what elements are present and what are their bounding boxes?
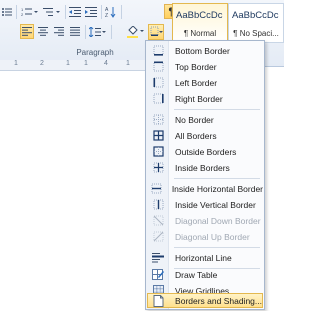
menu-item-label: Diagonal Down Border (175, 215, 261, 226)
no-border-icon (147, 112, 169, 127)
ruler-mark: 2 (40, 60, 44, 67)
numbering-icon: 12 (21, 7, 38, 17)
menu-item-horizontal-line[interactable]: Horizontal Line (147, 250, 263, 265)
menu-item-borders-and-shading[interactable]: Borders and Shading... (147, 293, 263, 308)
menu-item-inside-vertical-border[interactable]: Inside Vertical Border (147, 197, 263, 212)
justify-button[interactable] (68, 24, 82, 39)
menu-item-label: Inside Borders (175, 162, 230, 173)
menu-item-left-border[interactable]: Left Border (147, 75, 263, 90)
menu-separator (174, 247, 260, 248)
menu-item-no-border[interactable]: No Border (147, 112, 263, 127)
shading-button[interactable] (126, 24, 146, 39)
menu-separator (174, 178, 260, 179)
align-left-button[interactable] (20, 24, 34, 39)
bullets-icon (2, 7, 12, 16)
style-normal-sample: AaBbCcDc (176, 10, 223, 21)
inside-borders-icon (147, 160, 169, 175)
sort-az-icon: AZ (105, 6, 116, 18)
svg-text:Z: Z (105, 13, 108, 18)
left-border-icon (147, 75, 169, 90)
ruler-mark: 4 (104, 60, 108, 67)
ruler-mark: 1 (84, 60, 88, 67)
sort-button[interactable]: AZ (104, 4, 118, 19)
inside-vertical-border-icon (147, 197, 169, 212)
menu-item-label: Draw Table (175, 269, 218, 280)
draw-table-icon (147, 267, 169, 282)
multilevel-list-icon (43, 7, 60, 16)
align-center-button[interactable] (36, 24, 50, 39)
align-center-icon (38, 27, 48, 36)
align-left-icon (22, 27, 32, 36)
ruler-mark: 1 (14, 60, 18, 67)
decrease-indent-button[interactable] (68, 4, 82, 19)
inside-horizontal-border-icon (147, 181, 166, 196)
menu-item-label: Inside Vertical Border (175, 199, 256, 210)
menu-item-label: No Border (175, 114, 214, 125)
paragraph-group-label: Paragraph (76, 48, 114, 57)
diagonal-down-border-icon (147, 213, 169, 228)
menu-item-label: Borders and Shading... (175, 295, 262, 306)
increase-indent-button[interactable] (84, 4, 98, 19)
menu-item-label: Diagonal Up Border (175, 231, 250, 242)
menu-item-top-border[interactable]: Top Border (147, 59, 263, 74)
menu-item-inside-horizontal-border[interactable]: Inside Horizontal Border (147, 181, 263, 196)
outside-borders-icon (147, 144, 169, 159)
menu-item-label: Left Border (175, 77, 218, 88)
borders-menu: Bottom Border Top Border Left Border Rig… (145, 40, 265, 310)
style-no-spacing[interactable]: AaBbCcDc ¶ No Spaci... (228, 3, 284, 43)
bottom-border-icon (147, 43, 169, 58)
menu-item-label: Top Border (175, 61, 217, 72)
menu-item-right-border[interactable]: Right Border (147, 91, 263, 106)
horizontal-ruler: 1 2 1 1 4 1 (0, 60, 148, 71)
ruler-mark: 1 (66, 60, 70, 67)
multilevel-list-button[interactable] (42, 4, 62, 19)
borders-dropdown-button[interactable] (148, 24, 164, 40)
horizontal-line-icon (147, 250, 169, 265)
style-normal[interactable]: AaBbCcDc ¶ Normal (172, 3, 228, 43)
align-right-icon (54, 27, 64, 36)
menu-item-label: Right Border (175, 93, 223, 104)
menu-item-outside-borders[interactable]: Outside Borders (147, 144, 263, 159)
menu-separator (174, 109, 260, 110)
line-spacing-icon (89, 26, 106, 37)
menu-item-label: Inside Horizontal Border (171, 183, 263, 194)
all-borders-icon (147, 128, 169, 143)
right-border-icon (147, 91, 169, 106)
menu-item-label: Horizontal Line (175, 252, 232, 263)
numbering-button[interactable]: 12 (20, 4, 40, 19)
menu-item-bottom-border[interactable]: Bottom Border (147, 43, 263, 58)
borders-and-shading-icon (148, 293, 169, 308)
bottom-border-icon (150, 26, 163, 36)
svg-text:2: 2 (21, 12, 24, 17)
style-no-spacing-name: ¶ No Spaci... (233, 29, 279, 38)
menu-item-diagonal-down-border[interactable]: Diagonal Down Border (147, 213, 263, 228)
justify-icon (70, 27, 80, 36)
ruler-mark: 1 (126, 60, 130, 67)
style-no-spacing-sample: AaBbCcDc (232, 10, 279, 21)
menu-item-label: Bottom Border (175, 45, 230, 56)
top-border-icon (147, 59, 169, 74)
line-spacing-button[interactable] (88, 24, 108, 39)
menu-item-all-borders[interactable]: All Borders (147, 128, 263, 143)
menu-item-label: Outside Borders (175, 146, 237, 157)
decrease-indent-icon (69, 6, 81, 17)
menu-item-inside-borders[interactable]: Inside Borders (147, 160, 263, 175)
menu-item-diagonal-up-border[interactable]: Diagonal Up Border (147, 229, 263, 244)
menu-item-draw-table[interactable]: Draw Table (147, 267, 263, 282)
bullets-button[interactable] (0, 4, 14, 19)
diagonal-up-border-icon (147, 229, 169, 244)
menu-item-label: All Borders (175, 130, 217, 141)
style-normal-name: ¶ Normal (183, 29, 217, 38)
increase-indent-icon (85, 6, 97, 17)
paint-bucket-icon (127, 25, 144, 38)
align-right-button[interactable] (52, 24, 66, 39)
